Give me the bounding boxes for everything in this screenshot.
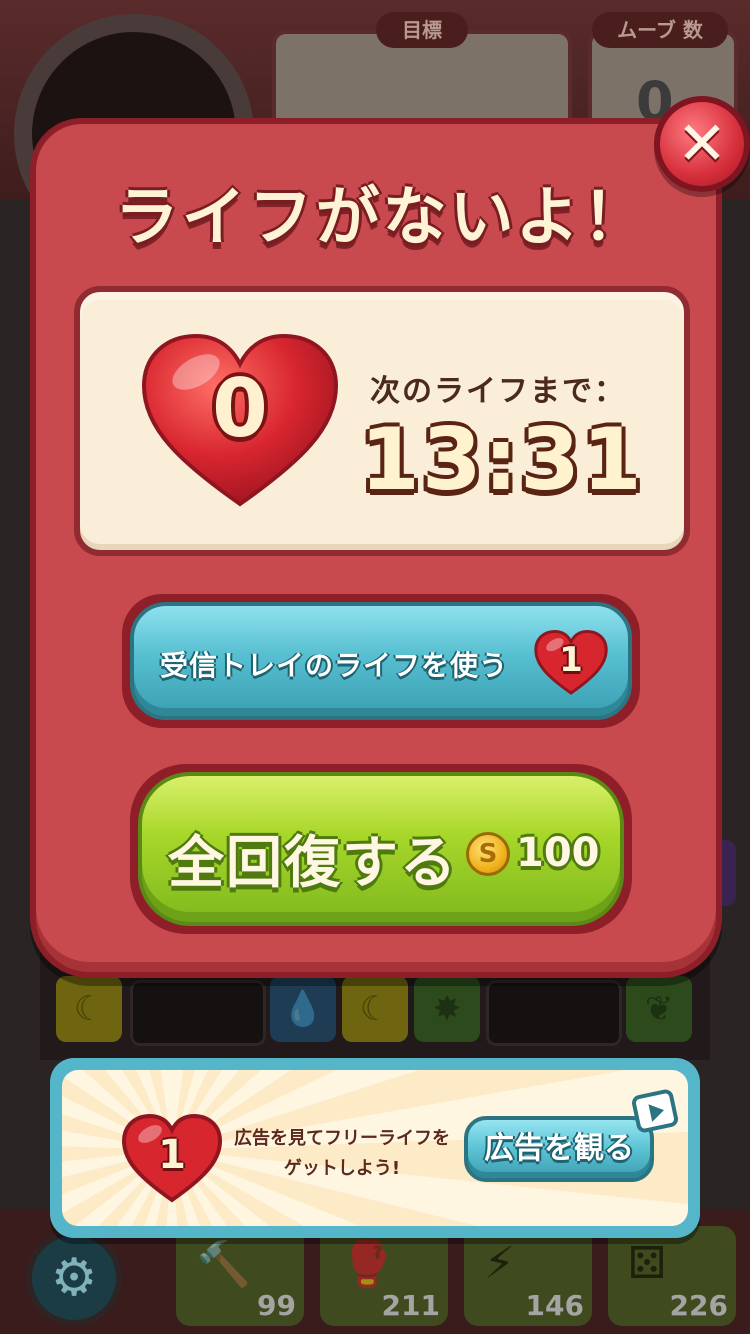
board-tile: ❦: [626, 976, 692, 1042]
booster-lightning[interactable]: ⚡ 146: [464, 1226, 592, 1326]
booster-count: 226: [669, 1289, 728, 1322]
lives-count: 0: [212, 362, 268, 455]
board-tile: ☾: [56, 976, 122, 1042]
ad-text-line: 広告を見てフリーライフを: [234, 1128, 450, 1149]
refill-cost: 100: [516, 830, 600, 876]
booster-count: 211: [381, 1289, 440, 1322]
ad-description: 広告を見てフリーライフを ゲットしよう!: [222, 1124, 462, 1184]
booster-hammer[interactable]: 🔨 99: [176, 1226, 304, 1326]
boxing-glove-icon: 🥊: [340, 1239, 395, 1290]
refill-lives-label: 全回復する: [168, 831, 458, 896]
no-lives-dialog: ライフがないよ！ 0 次のライフまで： 13:31 受信トレイのライフを使う 1…: [30, 118, 722, 978]
booster-boxing-glove[interactable]: 🥊 211: [320, 1226, 448, 1326]
board-tile: 💧: [270, 976, 336, 1042]
next-life-timer: 13:31: [360, 410, 644, 510]
ad-lives-count: 1: [158, 1132, 186, 1178]
booster-dice[interactable]: ⚄ 226: [608, 1226, 736, 1326]
inbox-lives-count: 1: [559, 640, 583, 680]
close-button[interactable]: ✕: [654, 96, 750, 192]
board-tile: [486, 980, 622, 1046]
refill-lives-button[interactable]: 全回復する S 100: [138, 772, 624, 926]
video-icon: [630, 1088, 680, 1134]
settings-button[interactable]: ⚙: [26, 1230, 122, 1326]
moves-label: ムーブ 数: [592, 12, 728, 48]
ad-text-line: ゲットしよう!: [283, 1158, 401, 1179]
ad-banner-inner: 1 広告を見てフリーライフを ゲットしよう! 広告を観る: [62, 1070, 688, 1226]
booster-count: 146: [525, 1289, 584, 1322]
gear-icon: ⚙: [50, 1248, 98, 1308]
hammer-icon: 🔨: [196, 1239, 251, 1290]
coin-icon: S: [466, 832, 510, 876]
board-tile: [130, 980, 266, 1046]
ad-lives-heart: 1: [122, 1114, 222, 1204]
lives-heart: 0: [140, 332, 340, 512]
dialog-title: ライフがないよ！: [114, 181, 650, 255]
goal-label: 目標: [376, 12, 468, 48]
watch-ad-banner: 1 広告を見てフリーライフを ゲットしよう! 広告を観る: [50, 1058, 700, 1238]
inbox-lives-heart: 1: [534, 630, 608, 696]
board-tile: ☾: [342, 976, 408, 1042]
board-tile: ✸: [414, 976, 480, 1042]
use-inbox-lives-label: 受信トレイのライフを使う: [160, 649, 509, 682]
dice-icon: ⚄: [628, 1238, 667, 1289]
watch-ad-button[interactable]: 広告を観る: [464, 1116, 654, 1182]
lives-info-panel: 0 次のライフまで： 13:31: [74, 286, 690, 556]
use-inbox-lives-button[interactable]: 受信トレイのライフを使う 1: [130, 602, 632, 720]
lightning-icon: ⚡: [484, 1238, 515, 1289]
booster-count: 99: [257, 1289, 296, 1322]
next-life-label: 次のライフまで：: [370, 374, 626, 409]
close-icon: ✕: [676, 109, 728, 179]
